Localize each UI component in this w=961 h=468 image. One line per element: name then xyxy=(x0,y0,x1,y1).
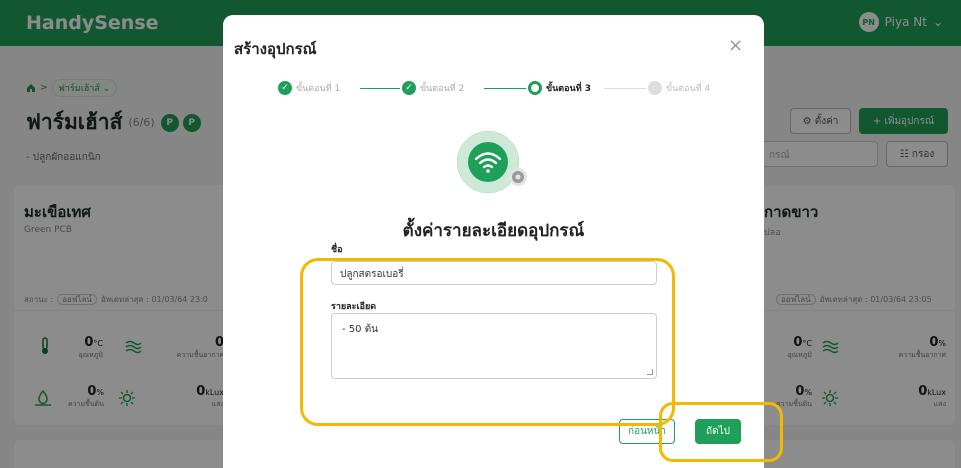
current-step-icon xyxy=(528,81,542,95)
step-label: ขั้นตอนที่ 1 xyxy=(296,84,341,94)
step-connector xyxy=(484,88,526,89)
check-icon: ✓ xyxy=(402,81,416,95)
name-label: ชื่อ xyxy=(331,245,343,255)
pending-step-icon xyxy=(648,81,662,95)
step-connector xyxy=(604,88,646,89)
check-icon: ✓ xyxy=(278,81,292,95)
step-label: ขั้นตอนที่ 2 xyxy=(420,84,465,94)
gear-icon xyxy=(509,168,527,186)
device-detail-textarea[interactable]: - 50 ต้น xyxy=(331,313,657,379)
stepper: ✓ ขั้นตอนที่ 1 ✓ ขั้นตอนที่ 2 ขั้นตอนที่… xyxy=(278,81,718,101)
step-2: ✓ ขั้นตอนที่ 2 xyxy=(402,81,464,95)
step-4: ขั้นตอนที่ 4 xyxy=(648,81,710,95)
step-label: ขั้นตอนที่ 4 xyxy=(666,84,711,94)
create-device-modal: สร้างอุปกรณ์ × ✓ ขั้นตอนที่ 1 ✓ ขั้นตอนท… xyxy=(223,15,764,468)
detail-label: รายละเอียด xyxy=(331,302,377,312)
previous-button[interactable]: ก่อนหน้า xyxy=(619,419,675,444)
step-1: ✓ ขั้นตอนที่ 1 xyxy=(278,81,340,95)
step-connector xyxy=(360,88,400,89)
device-name-input[interactable]: ปลูกสตรอเบอรี่ xyxy=(331,261,657,285)
step-label: ขั้นตอนที่ 3 xyxy=(546,84,592,94)
modal-title: สร้างอุปกรณ์ xyxy=(234,40,317,58)
next-button[interactable]: ถัดไป xyxy=(695,419,741,444)
device-detail-text: - 50 ต้น xyxy=(342,324,379,335)
close-icon[interactable]: × xyxy=(728,35,743,56)
step-3: ขั้นตอนที่ 3 xyxy=(528,81,591,95)
resize-handle[interactable] xyxy=(647,369,653,375)
modal-heading: ตั้งค่ารายละเอียดอุปกรณ์ xyxy=(402,221,585,241)
